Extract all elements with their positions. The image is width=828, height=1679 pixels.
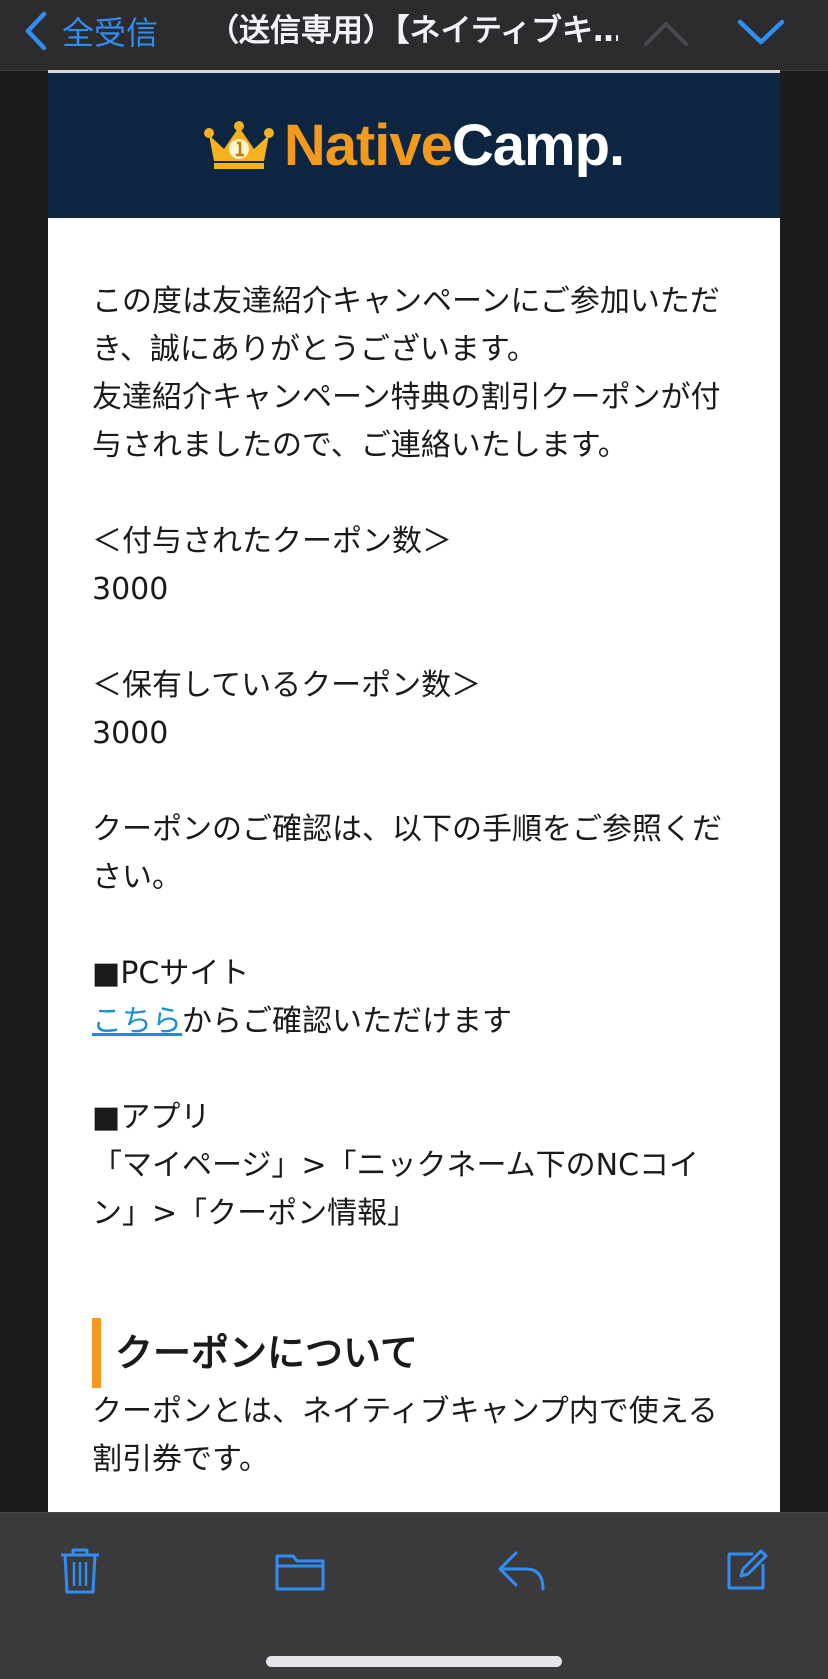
compose-icon xyxy=(727,1549,768,1590)
nativecamp-logo: NativeCamp. xyxy=(283,112,625,179)
move-to-folder-button[interactable] xyxy=(270,1541,330,1601)
app-instructions: 「マイページ」>「ニックネーム下のNCコイン」>「クーポン情報」 xyxy=(92,1148,700,1231)
email-body: この度は友達紹介キャンペーンにご参加いただき、誠にありがとうございます。 友達紹… xyxy=(48,218,780,1484)
top-navigation-bar: 全受信 （送信専用）【ネイティブキ… xyxy=(0,0,828,71)
back-button-label: 全受信 xyxy=(62,14,159,52)
crown-logo-icon xyxy=(203,120,274,169)
reply-button[interactable] xyxy=(492,1541,552,1601)
next-message-button[interactable] xyxy=(736,10,786,50)
held-coupons-label: ＜保有しているクーポン数＞ xyxy=(92,668,482,703)
folder-icon xyxy=(275,1554,325,1591)
granted-coupons-label: ＜付与されたクーポン数＞ xyxy=(92,524,452,559)
intro-paragraph-2: 友達紹介キャンペーン特典の割引クーポンが付与されましたので、ご連絡いたします。 xyxy=(92,380,721,463)
compose-button[interactable] xyxy=(716,1541,776,1601)
message-subject: （送信専用）【ネイティブキ… xyxy=(208,13,618,49)
pc-site-line: こちらからご確認いただけます xyxy=(92,998,736,1046)
delete-button[interactable] xyxy=(50,1541,110,1601)
nativecamp-banner: NativeCamp. xyxy=(48,73,780,218)
home-indicator[interactable] xyxy=(266,1656,562,1667)
coupon-section-text: クーポンとは、ネイティブキャンプ内で使える割引券です。 xyxy=(92,1394,718,1477)
chevron-left-icon xyxy=(25,11,47,51)
bottom-toolbar xyxy=(0,1512,828,1679)
chevron-down-icon xyxy=(737,19,785,45)
reply-icon xyxy=(498,1551,545,1591)
granted-coupons-value: 3000 xyxy=(92,572,169,607)
pc-site-link[interactable]: こちら xyxy=(92,1004,182,1039)
coupon-section-heading: クーポンについて xyxy=(92,1318,736,1388)
trash-icon xyxy=(61,1548,99,1594)
logo-camp-text: Camp. xyxy=(451,113,625,178)
app-heading: ■アプリ xyxy=(92,1100,211,1135)
email-content[interactable]: NativeCamp. この度は友達紹介キャンペーンにご参加いただき、誠にありが… xyxy=(48,70,780,1515)
held-coupons-value: 3000 xyxy=(92,716,169,751)
logo-native-text: Native xyxy=(283,113,453,178)
back-button[interactable]: 全受信 xyxy=(24,6,158,56)
chevron-up-icon xyxy=(644,22,688,46)
confirm-instructions: クーポンのご確認は、以下の手順をご参照ください。 xyxy=(92,812,722,895)
previous-message-button[interactable] xyxy=(642,12,690,52)
pc-site-text: からご確認いただけます xyxy=(182,1004,512,1039)
pc-site-heading: ■PCサイト xyxy=(92,956,250,991)
intro-paragraph-1: この度は友達紹介キャンペーンにご参加いただき、誠にありがとうございます。 xyxy=(92,284,720,367)
